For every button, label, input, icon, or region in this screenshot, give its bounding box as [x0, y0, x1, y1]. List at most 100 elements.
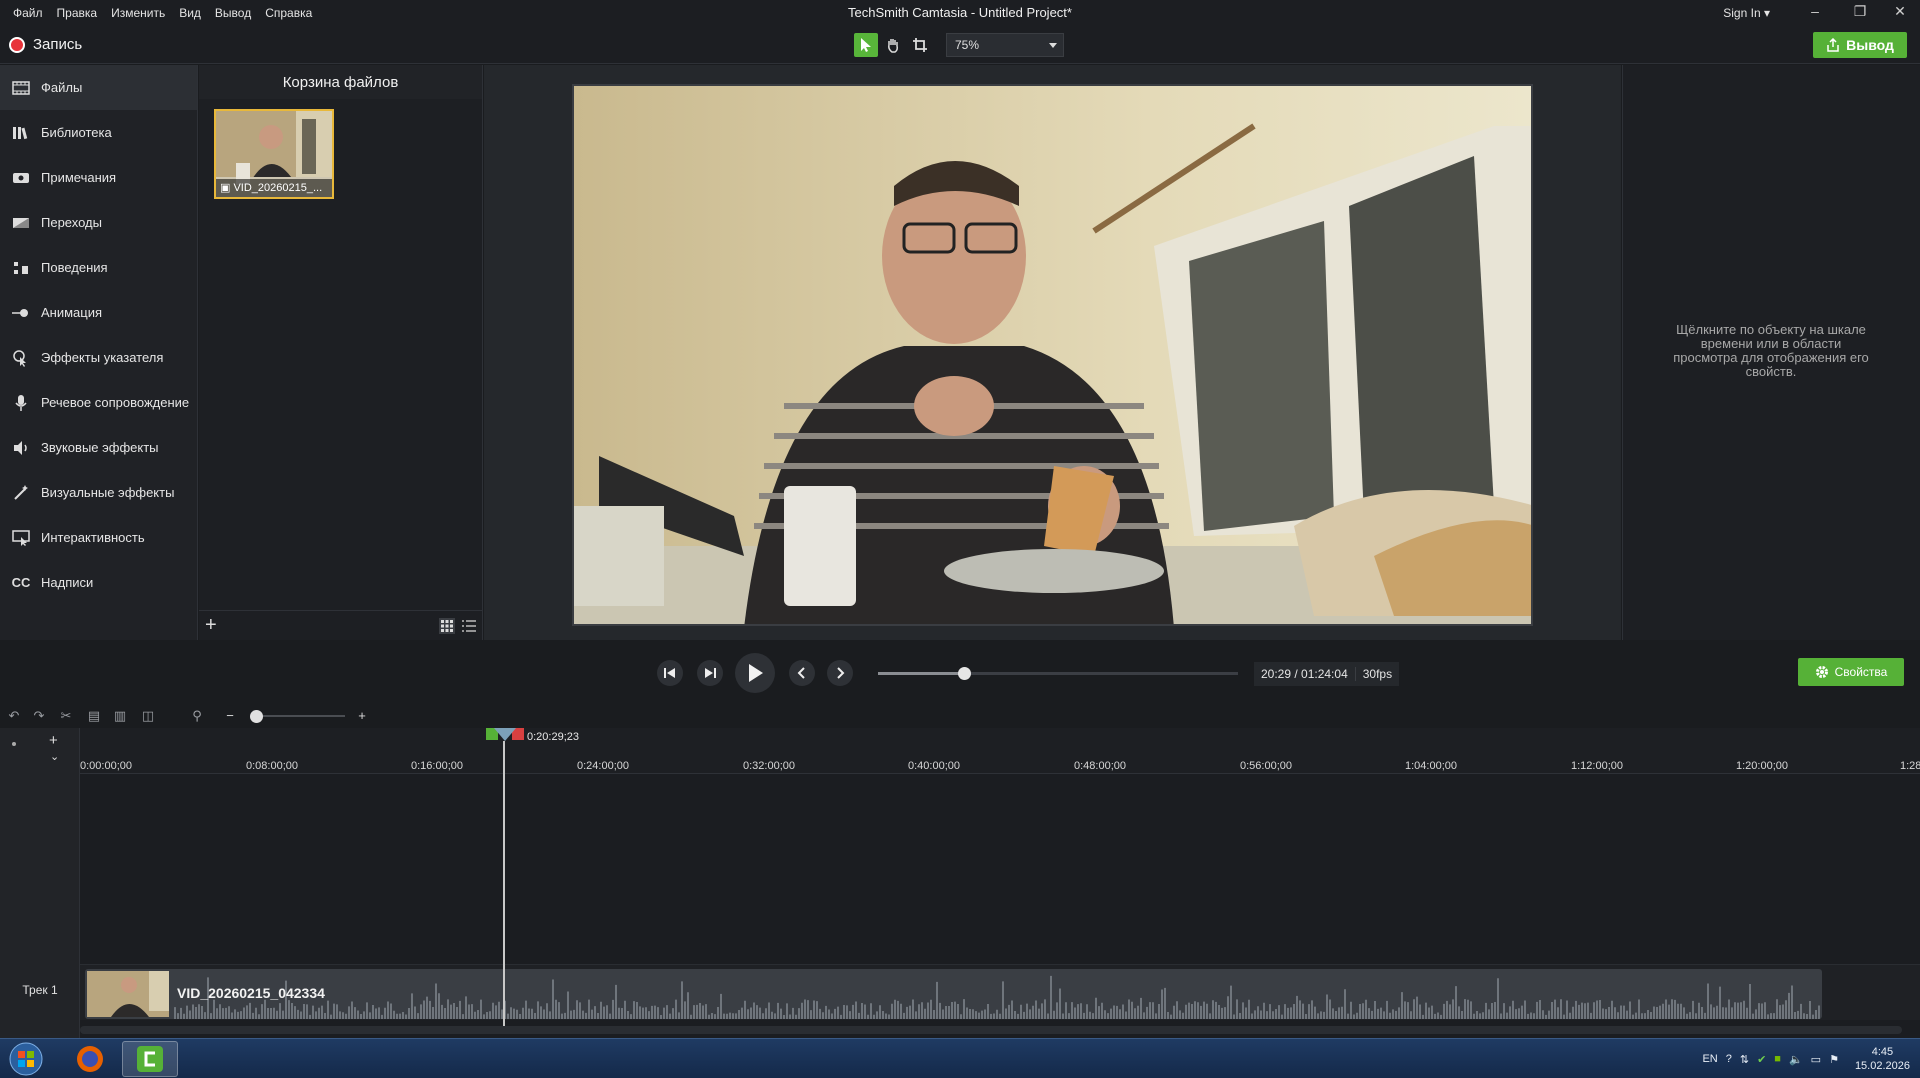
- chevron-left-icon: [797, 667, 805, 679]
- close-button[interactable]: ✕: [1885, 3, 1915, 23]
- help-tray-icon[interactable]: ?: [1726, 1053, 1732, 1065]
- copy-button[interactable]: ▤: [86, 708, 102, 724]
- record-button[interactable]: Запись: [9, 36, 82, 53]
- title-bar: Файл Правка Изменить Вид Вывод Справка T…: [0, 0, 1920, 26]
- menu-export[interactable]: Вывод: [208, 6, 258, 20]
- shield-tray-icon[interactable]: ✔: [1757, 1053, 1766, 1066]
- sign-in-button[interactable]: Sign In ▾: [1723, 6, 1770, 20]
- canvas-area[interactable]: [484, 65, 1621, 640]
- camtasia-taskbar-button[interactable]: [122, 1041, 178, 1077]
- time-ruler[interactable]: 0:00:00;00 0:08:00;00 0:16:00;00 0:24:00…: [80, 728, 1920, 774]
- menu-view[interactable]: Вид: [172, 6, 208, 20]
- tools-sidebar: Файлы Библиотека Примечания Переходы Пов…: [0, 65, 198, 640]
- menu-file[interactable]: Файл: [6, 6, 50, 20]
- step-back-button[interactable]: [657, 660, 683, 686]
- menu-modify[interactable]: Изменить: [104, 6, 172, 20]
- firefox-taskbar-button[interactable]: [62, 1041, 118, 1077]
- behavior-icon: [11, 259, 31, 277]
- sidebar-item-label: Поведения: [41, 260, 108, 275]
- play-button[interactable]: [735, 653, 775, 693]
- split-icon: ◫: [141, 708, 155, 723]
- step-forward-button[interactable]: [697, 660, 723, 686]
- restore-button[interactable]: ❐: [1845, 3, 1875, 23]
- zoom-in-button[interactable]: +: [354, 708, 370, 724]
- scrub-handle[interactable]: [958, 667, 972, 680]
- sidebar-item-media[interactable]: Файлы: [0, 65, 197, 110]
- windows-logo-icon: [9, 1042, 43, 1076]
- grid-view-button[interactable]: [439, 618, 455, 637]
- network-tray-icon[interactable]: ⇅: [1740, 1053, 1749, 1066]
- list-view-button[interactable]: [461, 618, 477, 637]
- sidebar-item-interactivity[interactable]: Интерактивность: [0, 515, 197, 560]
- ruler-label: 1:20:00;00: [1736, 760, 1788, 772]
- playhead-time: 0:20:29;23: [527, 731, 579, 743]
- start-button[interactable]: [0, 1041, 52, 1077]
- zoom-out-button[interactable]: −: [222, 708, 238, 724]
- step-forward-icon: [705, 668, 716, 678]
- cursor-icon: [11, 349, 31, 367]
- magnifier-icon: ⚲: [192, 708, 202, 723]
- undo-button[interactable]: ↶: [6, 708, 22, 724]
- sidebar-item-voice-narration[interactable]: Речевое сопровождение: [0, 380, 197, 425]
- playhead-handle[interactable]: [486, 728, 524, 742]
- timeline-zoom-slider[interactable]: [250, 715, 345, 717]
- sidebar-item-label: Переходы: [41, 215, 102, 230]
- system-tray: EN ? ⇅ ✔ ■ 🔈 ▭ ⚑ 4:45 15.02.2026: [1702, 1039, 1910, 1078]
- microphone-icon: [11, 394, 31, 412]
- crop-tool-button[interactable]: [908, 33, 932, 57]
- track-1[interactable]: VID_20260215_042334: [80, 964, 1920, 1020]
- scrub-slider[interactable]: [878, 667, 1238, 680]
- sidebar-item-visual-effects[interactable]: Визуальные эффекты: [0, 470, 197, 515]
- clock[interactable]: 4:45 15.02.2026: [1855, 1045, 1910, 1073]
- zoom-select[interactable]: 75%: [946, 33, 1064, 57]
- timeline[interactable]: + ⌄ 0:00:00;00 0:08:00;00 0:16:00;00 0:2…: [0, 728, 1920, 1038]
- video-preview[interactable]: [572, 84, 1533, 626]
- ruler-label: 0:32:00;00: [743, 760, 795, 772]
- export-button[interactable]: Вывод: [1813, 32, 1907, 58]
- redo-button[interactable]: ↷: [31, 708, 47, 724]
- volume-icon[interactable]: 🔈: [1789, 1053, 1803, 1066]
- monitor-tray-icon[interactable]: ▭: [1811, 1053, 1821, 1066]
- menu-help[interactable]: Справка: [258, 6, 319, 20]
- properties-button[interactable]: Свойства: [1798, 658, 1904, 686]
- sidebar-item-transitions[interactable]: Переходы: [0, 200, 197, 245]
- add-track-button[interactable]: +: [49, 732, 58, 749]
- timeline-scrollbar[interactable]: [80, 1026, 1902, 1034]
- library-icon: [11, 124, 31, 142]
- flag-tray-icon[interactable]: ⚑: [1829, 1053, 1839, 1066]
- sidebar-item-audio-effects[interactable]: Звуковые эффекты: [0, 425, 197, 470]
- next-marker-button[interactable]: [827, 660, 853, 686]
- plus-icon: +: [358, 708, 366, 723]
- cut-button[interactable]: ✂: [58, 708, 74, 724]
- zoom-fit-button[interactable]: ⚲: [189, 708, 205, 724]
- language-indicator[interactable]: EN: [1702, 1053, 1717, 1065]
- media-item-caption: ▣ VID_20260215_...: [216, 179, 332, 197]
- nvidia-tray-icon[interactable]: ■: [1774, 1053, 1781, 1065]
- sidebar-item-captions[interactable]: CC Надписи: [0, 560, 197, 605]
- timeline-clip[interactable]: VID_20260215_042334: [85, 969, 1822, 1019]
- sidebar-item-cursor-effects[interactable]: Эффекты указателя: [0, 335, 197, 380]
- minimize-button[interactable]: –: [1800, 3, 1830, 23]
- crop-icon: [913, 38, 927, 52]
- sidebar-item-behaviors[interactable]: Поведения: [0, 245, 197, 290]
- collapse-tracks-button[interactable]: ⌄: [50, 750, 59, 763]
- sidebar-item-animations[interactable]: Анимация: [0, 290, 197, 335]
- add-media-button[interactable]: +: [205, 615, 217, 635]
- pointer-tool-button[interactable]: [854, 33, 878, 57]
- timeline-zoom-handle[interactable]: [250, 710, 263, 723]
- media-bin: Корзина файлов ▣ VID_20260215_... +: [199, 65, 483, 640]
- split-button[interactable]: ◫: [140, 708, 156, 724]
- play-icon: [749, 664, 763, 682]
- sidebar-item-annotations[interactable]: Примечания: [0, 155, 197, 200]
- media-bin-item[interactable]: ▣ VID_20260215_...: [214, 109, 334, 199]
- ruler-label: 0:08:00;00: [246, 760, 298, 772]
- film-icon: [11, 79, 31, 97]
- pan-tool-button[interactable]: [881, 33, 905, 57]
- clip-thumbnail: [87, 971, 169, 1017]
- ruler-label: 0:56:00;00: [1240, 760, 1292, 772]
- paste-button[interactable]: ▥: [112, 708, 128, 724]
- previous-marker-button[interactable]: [789, 660, 815, 686]
- sidebar-item-library[interactable]: Библиотека: [0, 110, 197, 155]
- menu-edit[interactable]: Правка: [50, 6, 105, 20]
- sidebar-item-label: Звуковые эффекты: [41, 440, 159, 455]
